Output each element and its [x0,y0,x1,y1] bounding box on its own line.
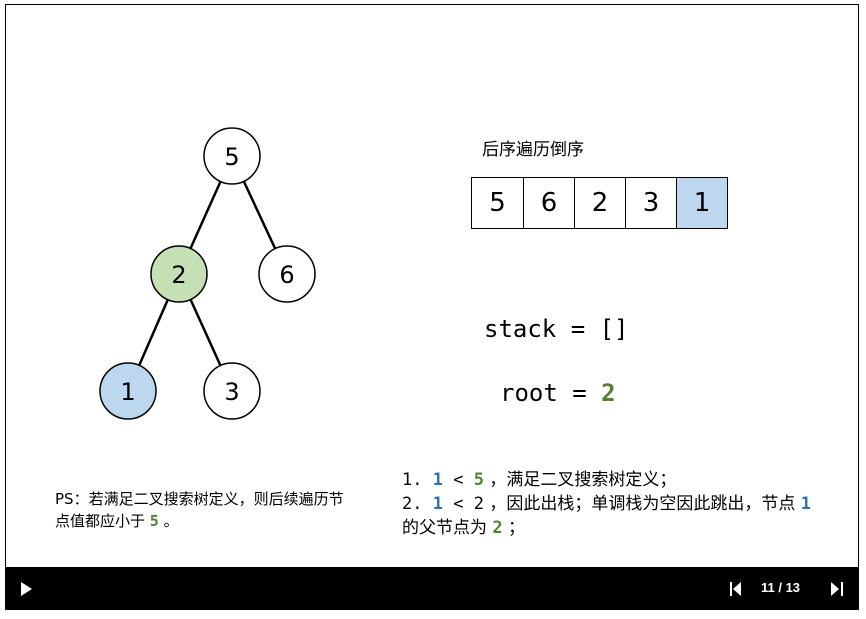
array-cell: 2 [574,178,625,228]
step1-b: 5 [473,470,484,490]
root-line: root = 2 [500,379,616,407]
prev-bar-icon [730,582,732,596]
previous-slide-button[interactable] [730,582,742,596]
binary-tree: 5 2 6 1 3 [99,127,316,420]
play-button[interactable] [21,582,32,596]
tree-node: 2 [150,245,208,303]
stack-value: [] [599,315,629,343]
array-cell: 1 [676,178,727,228]
step2-num: 2. [402,494,433,514]
next-bar-icon [841,582,843,596]
step1-op: < [442,470,474,490]
player-bar: 11 / 13 [5,568,859,610]
step2-text: ，因此出栈；单调栈为空因此跳出，节点 [483,494,801,514]
step2-text2: 的父节点为 [402,518,493,538]
postorder-title: 后序遍历倒序 [482,140,584,160]
postorder-array: 56231 [471,177,728,229]
array-cell: 3 [625,178,676,228]
stack-prefix: stack = [484,315,600,343]
array-cell: 6 [523,178,574,228]
step-line-2: 2. 1 < 2 ，因此出栈；单调栈为空因此跳出，节点 1 的父节点为 2 ； [402,492,822,540]
step2-node: 1 [800,494,811,514]
root-value: 2 [601,379,616,407]
prev-triangle-icon [733,582,741,596]
step2-parent: 2 [492,518,503,538]
array-cell: 5 [472,178,523,228]
tree-node: 6 [258,245,316,303]
step1-a: 1 [432,470,443,490]
next-slide-button[interactable] [831,582,843,596]
ps-note: PS：若满足二叉搜索树定义，则后续遍历节点值都应小于 5 。 [55,488,355,532]
step1-num: 1. [402,470,433,490]
tree-node: 1 [99,362,157,420]
slide-frame: 52613 后序遍历倒序 56231 stack = [] root = 2 P… [5,4,859,568]
ps-note-suffix: 。 [158,512,179,530]
stack-line: stack = [] [484,315,629,343]
tree-node-label: 1 [120,378,135,406]
tree-node-label: 3 [224,378,239,406]
step-line-1: 1. 1 < 5 ，满足二叉搜索树定义； [402,468,822,492]
tree-edge [242,180,277,250]
step1-text: ，满足二叉搜索树定义； [483,470,677,490]
tree-edge [189,181,222,249]
step2-end: ； [502,518,526,538]
step-explanation: 1. 1 < 5 ，满足二叉搜索树定义； 2. 1 < 2 ，因此出栈；单调栈为… [402,468,822,540]
tree-node: 5 [203,127,261,185]
ps-note-value: 5 [149,512,159,530]
step2-op: < [442,494,474,514]
step2-a: 1 [432,494,443,514]
root-prefix: root = [500,379,602,407]
tree-edge [189,298,222,367]
tree-node-label: 5 [224,143,239,171]
tree-edge [138,299,169,366]
next-triangle-icon [831,582,839,596]
step2-b: 2 [473,494,484,514]
tree-node-label: 6 [279,261,294,289]
tree-node: 3 [203,362,261,420]
tree-node-label: 2 [171,261,186,289]
slide-counter: 11 / 13 [761,580,801,595]
ps-note-text: PS：若满足二叉搜索树定义，则后续遍历节点值都应小于 [55,490,344,530]
